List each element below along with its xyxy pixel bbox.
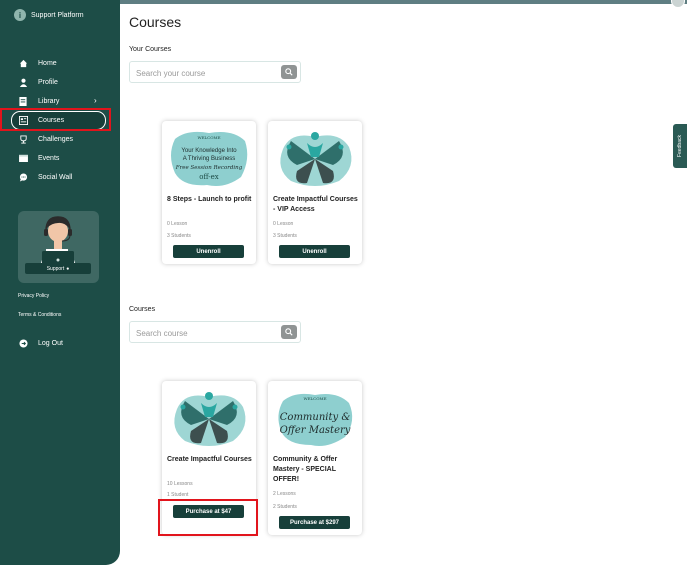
document-icon bbox=[18, 96, 28, 106]
feedback-label: Feedback bbox=[677, 135, 683, 157]
sidebar-item-label: Social Wall bbox=[38, 173, 73, 181]
unenroll-button[interactable]: Unenroll bbox=[173, 245, 244, 258]
thumb-line-3: Free Session Recording bbox=[175, 165, 243, 171]
course-search-input[interactable] bbox=[134, 326, 278, 340]
support-label: Support bbox=[46, 265, 65, 272]
course-title[interactable]: Community & Offer Mastery - SPECIAL OFFE… bbox=[273, 455, 359, 485]
sidebar-item-profile[interactable]: Profile bbox=[18, 76, 58, 88]
sidebar-item-library[interactable]: Library bbox=[18, 95, 59, 107]
logout-label: Log Out bbox=[38, 339, 63, 347]
sidebar-item-social-wall[interactable]: Social Wall bbox=[18, 171, 72, 183]
thumb-line-1: Your Knowledge Into bbox=[181, 148, 237, 154]
search-button[interactable] bbox=[281, 65, 297, 79]
chat-icon bbox=[18, 172, 28, 182]
course-title[interactable]: 8 Steps - Launch to profit bbox=[167, 195, 253, 205]
sidebar-item-label: Challenges bbox=[38, 135, 74, 143]
logout-icon bbox=[18, 338, 28, 348]
logout-button[interactable]: Log Out bbox=[18, 337, 63, 349]
course-thumbnail bbox=[273, 127, 357, 191]
sidebar-item-challenges[interactable]: Challenges bbox=[18, 133, 73, 145]
sidebar-item-label: Profile bbox=[38, 78, 58, 86]
person-icon bbox=[18, 77, 28, 87]
thumb-welcome-text: WELCOME bbox=[197, 135, 220, 140]
your-course-search bbox=[129, 61, 301, 83]
sidebar-item-label: Home bbox=[38, 59, 57, 67]
course-thumbnail: WELCOME Your Knowledge Into A Thriving B… bbox=[167, 127, 251, 191]
thumb-line-1: Community & bbox=[280, 412, 351, 423]
terms-link[interactable]: Terms & Conditions bbox=[18, 312, 61, 318]
highlight-box-courses bbox=[0, 108, 111, 131]
course-card[interactable]: WELCOME Your Knowledge Into A Thriving B… bbox=[162, 121, 256, 264]
course-lessons: 0 Lesson bbox=[273, 221, 294, 227]
thumb-line-2: Offer Mastery bbox=[280, 425, 351, 436]
page-title: Courses bbox=[129, 14, 182, 30]
thumb-line-4: off-ex bbox=[199, 173, 218, 181]
course-search bbox=[129, 321, 301, 343]
search-button[interactable] bbox=[281, 325, 297, 339]
course-title[interactable]: Create Impactful Courses bbox=[167, 455, 253, 465]
trophy-icon bbox=[18, 134, 28, 144]
home-icon bbox=[18, 58, 28, 68]
brand-name: Support Platform bbox=[31, 11, 84, 19]
user-avatar[interactable] bbox=[671, 0, 685, 8]
course-lessons: 0 Lesson bbox=[167, 221, 188, 227]
course-students: 1 Student bbox=[167, 492, 189, 498]
purchase-button[interactable]: Purchase at $297 bbox=[279, 516, 350, 529]
course-title[interactable]: Create Impactful Courses - VIP Access bbox=[273, 195, 359, 215]
sidebar-item-home[interactable]: Home bbox=[18, 57, 57, 69]
courses-heading: Courses bbox=[129, 306, 156, 313]
support-agent-illustration bbox=[40, 216, 76, 271]
highlight-box-purchase bbox=[158, 499, 258, 536]
thumb-line-2: A Thriving Business bbox=[183, 156, 236, 162]
calendar-icon bbox=[18, 153, 28, 163]
chevron-right-icon[interactable]: › bbox=[94, 96, 97, 105]
support-button[interactable]: Support ● bbox=[25, 263, 91, 274]
sidebar-item-events[interactable]: Events bbox=[18, 152, 59, 164]
course-card[interactable]: WELCOME Community & Offer Mastery Commun… bbox=[268, 381, 362, 535]
sidebar-item-label: Library bbox=[38, 97, 60, 105]
course-thumbnail: WELCOME Community & Offer Mastery bbox=[273, 387, 357, 451]
top-bar bbox=[120, 0, 687, 4]
course-thumbnail bbox=[167, 387, 251, 451]
help-icon: ● bbox=[66, 265, 70, 272]
your-course-search-input[interactable] bbox=[134, 66, 278, 80]
course-students: 2 Students bbox=[273, 504, 297, 510]
feedback-tab[interactable]: Feedback bbox=[673, 124, 687, 168]
your-courses-heading: Your Courses bbox=[129, 46, 172, 53]
privacy-policy-link[interactable]: Privacy Policy bbox=[18, 293, 49, 299]
course-lessons: 10 Lessons bbox=[167, 481, 193, 487]
sidebar: i Support Platform Home Profile Library … bbox=[0, 0, 120, 565]
sidebar-item-label: Events bbox=[38, 154, 60, 162]
search-icon bbox=[285, 328, 293, 336]
butterfly-logo-icon bbox=[167, 387, 251, 451]
thumb-welcome-text: WELCOME bbox=[303, 396, 326, 401]
course-card[interactable]: Create Impactful Courses - VIP Access 0 … bbox=[268, 121, 362, 264]
brand-logo-icon: i bbox=[14, 9, 26, 21]
butterfly-logo-icon bbox=[273, 127, 357, 191]
course-students: 3 Students bbox=[167, 233, 191, 239]
brand[interactable]: i Support Platform bbox=[14, 9, 84, 21]
unenroll-button[interactable]: Unenroll bbox=[279, 245, 350, 258]
course-students: 3 Students bbox=[273, 233, 297, 239]
search-icon bbox=[285, 68, 293, 76]
course-lessons: 2 Lessons bbox=[273, 491, 296, 497]
